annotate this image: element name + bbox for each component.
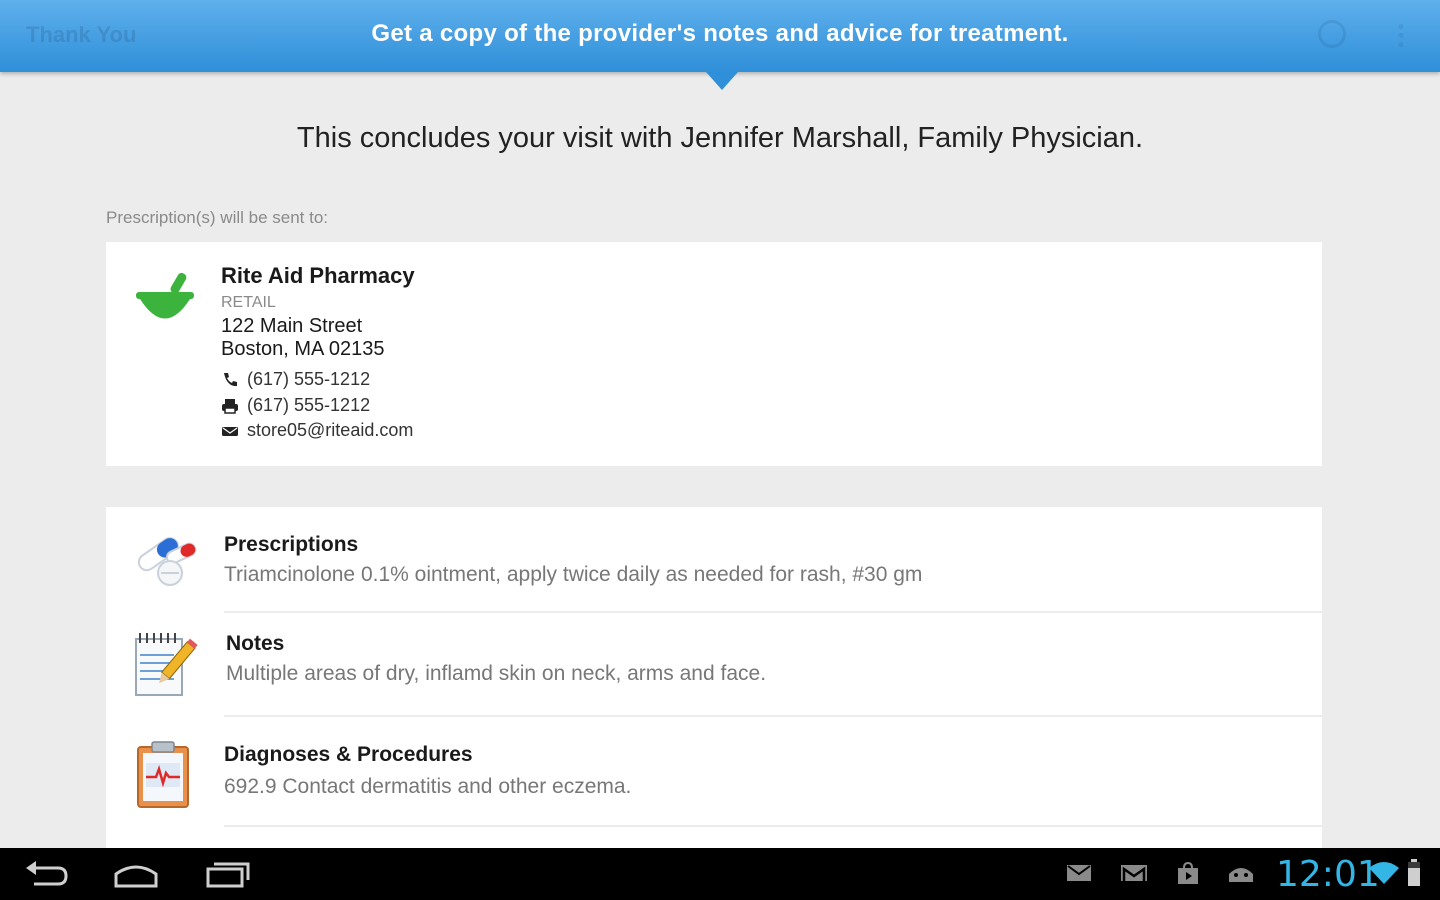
prescriptions-description: Triamcinolone 0.1% ointment, apply twice… [224, 563, 923, 586]
clock: 12:01 [1276, 854, 1380, 895]
notes-description: Multiple areas of dry, inflamd skin on n… [226, 662, 767, 685]
home-icon[interactable] [108, 856, 164, 892]
clipboard-icon [137, 741, 189, 808]
prescription-destination-label: Prescription(s) will be sent to: [106, 208, 329, 227]
pharmacy-address-line1: 122 Main Street [221, 315, 363, 337]
top-banner: Thank You Get a copy of the provider's n… [0, 0, 1440, 72]
diagnoses-description: 692.9 Contact dermatitis and other eczem… [224, 775, 632, 798]
pharmacy-name: Rite Aid Pharmacy [221, 263, 415, 288]
pills-icon [137, 537, 197, 586]
mortar-pestle-icon [136, 272, 194, 319]
pharmacy-phone[interactable]: (617) 555-1212 [221, 369, 370, 390]
list-item-notes[interactable]: Notes Multiple areas of dry, inflamd ski… [106, 613, 1322, 717]
email-icon [222, 426, 238, 436]
list-item-prescriptions[interactable]: Prescriptions Triamcinolone 0.1% ointmen… [106, 507, 1322, 613]
visit-summary-list: Prescriptions Triamcinolone 0.1% ointmen… [106, 507, 1322, 852]
phone-icon [224, 372, 237, 386]
pharmacy-email-text: store05@riteaid.com [247, 420, 414, 440]
visit-conclusion-heading: This concludes your visit with Jennifer … [296, 122, 1144, 154]
back-icon[interactable] [18, 856, 74, 892]
mail-icon[interactable] [1066, 862, 1092, 884]
list-item-diagnoses[interactable]: Diagnoses & Procedures 692.9 Contact der… [106, 717, 1322, 827]
store-icon[interactable] [1176, 862, 1200, 886]
notepad-icon [135, 633, 198, 696]
banner-message: Get a copy of the provider's notes and a… [371, 20, 1069, 47]
diagnoses-title: Diagnoses & Procedures [224, 743, 473, 766]
pharmacy-email[interactable]: store05@riteaid.com [221, 420, 413, 441]
prescriptions-title: Prescriptions [224, 533, 359, 556]
system-navigation-bar: 12:01 [0, 848, 1440, 900]
recent-apps-icon[interactable] [200, 856, 256, 892]
banner-pointer [706, 72, 738, 90]
overflow-menu-icon[interactable] [1398, 22, 1404, 48]
gmail-icon[interactable] [1120, 862, 1148, 884]
pharmacy-phone-text: (617) 555-1212 [247, 369, 371, 389]
pharmacy-fax[interactable]: (617) 555-1212 [221, 395, 370, 416]
pharmacy-type: RETAIL [221, 294, 276, 311]
pharmacy-fax-text: (617) 555-1212 [247, 395, 371, 415]
battery-icon[interactable] [1406, 858, 1422, 888]
android-icon[interactable] [1226, 862, 1256, 884]
pharmacy-card[interactable]: Rite Aid Pharmacy RETAIL 122 Main Street… [106, 242, 1322, 466]
refresh-icon[interactable] [1318, 20, 1346, 48]
wifi-icon[interactable] [1368, 860, 1400, 886]
notes-title: Notes [226, 632, 285, 655]
divider [224, 825, 1322, 827]
fax-icon [222, 398, 238, 414]
pharmacy-address-line2: Boston, MA 02135 [221, 338, 385, 360]
